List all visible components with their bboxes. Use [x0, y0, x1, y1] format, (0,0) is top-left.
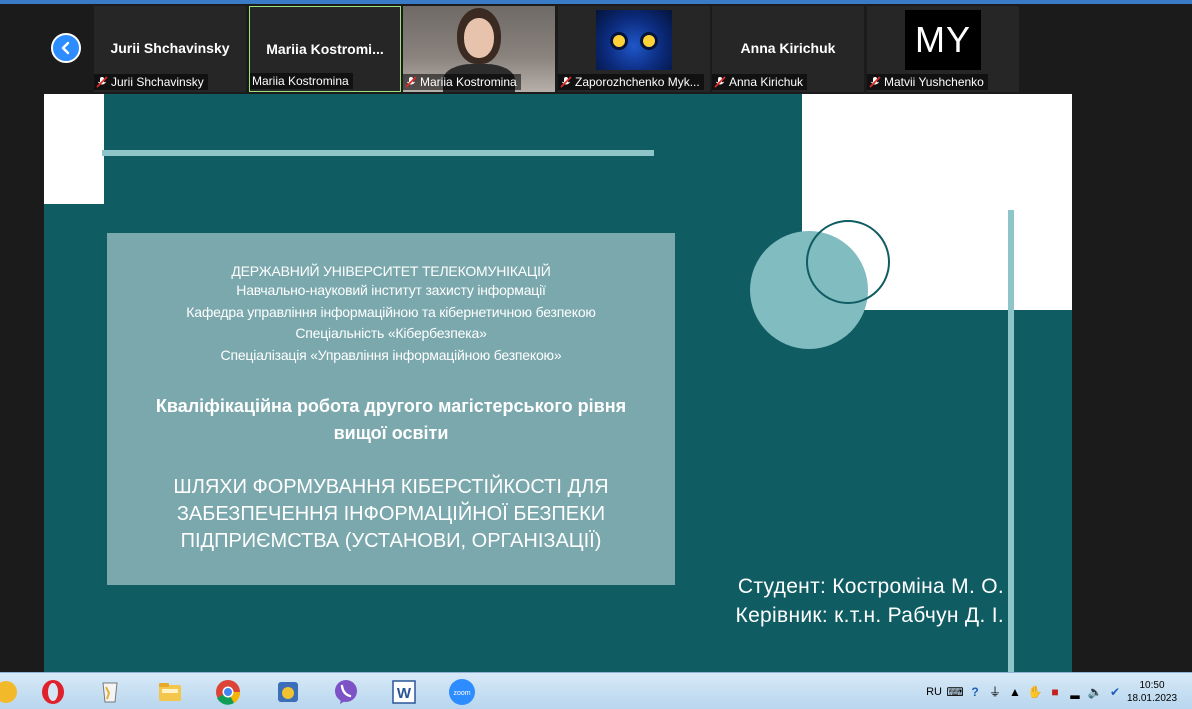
participant-label: Mariia Kostromina [403, 74, 521, 90]
keyboard-icon[interactable]: ⌨ [946, 685, 963, 699]
opera-icon [42, 680, 64, 704]
speciality: Спеціальність «Кібербезпека» [295, 325, 487, 341]
clock-time: 10:50 [1139, 680, 1165, 691]
participant-tile-4[interactable]: Zaporozhchenko Myk... [558, 6, 710, 92]
thesis-topic-line-2: ЗАБЕЗПЕЧЕННЯ ІНФОРМАЦІЙНОЇ БЕЗПЕКИ [176, 503, 606, 525]
mic-muted-icon [405, 76, 417, 88]
mic-muted-icon [869, 76, 881, 88]
work-type-heading-2: вищої освіти [333, 423, 449, 443]
tray-expand-icon[interactable]: ▲ [1008, 685, 1022, 699]
taskbar-app[interactable] [268, 676, 308, 708]
department-name: Кафедра управління інформаційною та кібе… [186, 304, 596, 320]
zoom-meeting-window: Jurii Shchavinsky Jurii Shchavinsky Mari… [0, 0, 1192, 709]
word-icon: W [392, 680, 416, 704]
credits: Студент: Костроміна М. О. Керівник: к.т.… [736, 572, 1004, 630]
taskbar-zoom[interactable]: zoom [442, 676, 482, 708]
mic-muted-icon [560, 76, 572, 88]
title-textbox: ДЕРЖАВНИЙ УНІВЕРСИТЕТ ТЕЛЕКОМУНІКАЦІЙ На… [107, 233, 675, 585]
zoom-icon-label: zoom [453, 690, 470, 697]
participant-label: Mariia Kostromina [250, 73, 353, 89]
language-indicator[interactable]: RU [926, 686, 942, 698]
decor-vertical-bar [1008, 210, 1014, 672]
decor-ring [806, 220, 890, 304]
chevron-left-icon [61, 41, 70, 55]
taskbar-viber[interactable] [326, 676, 366, 708]
clock-date: 18.01.2023 [1126, 693, 1178, 704]
participant-tile-6[interactable]: MY Matvii Yushchenko [867, 6, 1019, 92]
zoom-icon: zoom [449, 679, 475, 705]
checkmark-icon[interactable]: ✔ [1108, 685, 1122, 699]
chrome-icon [216, 680, 241, 705]
participant-tile-5[interactable]: Anna Kirichuk Anna Kirichuk [712, 6, 864, 92]
participant-tile-3[interactable]: Mariia Kostromina [403, 6, 555, 92]
specialization: Спеціалізація «Управління інформаційною … [220, 347, 562, 363]
mic-muted-icon [96, 76, 108, 88]
taskbar-chrome[interactable] [208, 676, 248, 708]
taskbar-opera[interactable] [33, 676, 73, 708]
thesis-topic-line-3: ПІДПРИЄМСТВА (УСТАНОВИ, ОРГАНІЗАЦІЇ) [180, 530, 602, 552]
hand-icon[interactable]: ✋ [1028, 685, 1043, 699]
work-type-heading: Кваліфікаційна робота другого магістерсь… [155, 396, 627, 416]
participant-initials-avatar: MY [905, 10, 981, 70]
taskbar-app-partial[interactable] [0, 676, 26, 708]
volume-icon[interactable]: 🔈 [1088, 685, 1103, 699]
taskbar-clock[interactable]: 10:50 18.01.2023 [1122, 679, 1182, 705]
supervisor-name: Керівник: к.т.н. Рабчун Д. І. [735, 604, 1004, 627]
app-icon [0, 681, 17, 703]
university-name: ДЕРЖАВНИЙ УНІВЕРСИТЕТ ТЕЛЕКОМУНІКАЦІЙ [231, 263, 551, 279]
taskbar-word[interactable]: W [384, 676, 424, 708]
taskbar-recycle-bin[interactable] [90, 676, 130, 708]
participant-tile-2[interactable]: Mariia Kostromi... Mariia Kostromina [249, 6, 401, 92]
usb-icon[interactable]: ⏚ [988, 685, 1002, 699]
network-icon[interactable]: ▂ [1068, 685, 1082, 699]
taskbar-explorer[interactable] [150, 676, 190, 708]
word-icon-letter: W [397, 685, 412, 702]
shared-screen-slide: ДЕРЖАВНИЙ УНІВЕРСИТЕТ ТЕЛЕКОМУНІКАЦІЙ На… [44, 94, 1072, 672]
window-top-edge [0, 0, 1192, 4]
app-icon [278, 682, 298, 702]
decor-horizontal-bar [102, 150, 654, 156]
recycle-icon [102, 682, 118, 703]
participant-label: Matvii Yushchenko [867, 74, 988, 90]
participant-name: Jurii Shchavinsky [110, 40, 230, 56]
system-tray: RU ⌨ ? ⏚ ▲ ✋ ■ ▂ 🔈 ✔ [926, 673, 1122, 709]
participant-name: Anna Kirichuk [740, 40, 836, 56]
participant-name: Mariia Kostromi... [266, 41, 384, 57]
viber-icon [335, 680, 357, 704]
participant-strip: Jurii Shchavinsky Jurii Shchavinsky Mari… [0, 0, 1192, 94]
security-icon[interactable]: ■ [1048, 685, 1062, 699]
institute-name: Навчально-науковий інститут захисту інфо… [236, 282, 546, 298]
student-name: Студент: Костроміна М. О. [737, 575, 1004, 598]
windows-taskbar: W zoom RU ⌨ ? ⏚ ▲ ✋ ■ ▂ 🔈 ✔ 10:50 18.01.… [0, 672, 1192, 709]
previous-page-button[interactable] [51, 33, 81, 63]
participant-tile-1[interactable]: Jurii Shchavinsky Jurii Shchavinsky [94, 6, 246, 92]
folder-icon [159, 683, 181, 701]
participant-label: Anna Kirichuk [712, 74, 808, 90]
decor-white-block [44, 94, 104, 204]
help-icon[interactable]: ? [968, 685, 982, 699]
participant-label: Jurii Shchavinsky [94, 74, 208, 90]
owl-avatar [596, 10, 672, 70]
participant-label: Zaporozhchenko Myk... [558, 74, 704, 90]
mic-muted-icon [714, 76, 726, 88]
thesis-topic-line-1: ШЛЯХИ ФОРМУВАННЯ КІБЕРСТІЙКОСТІ ДЛЯ [173, 476, 609, 498]
